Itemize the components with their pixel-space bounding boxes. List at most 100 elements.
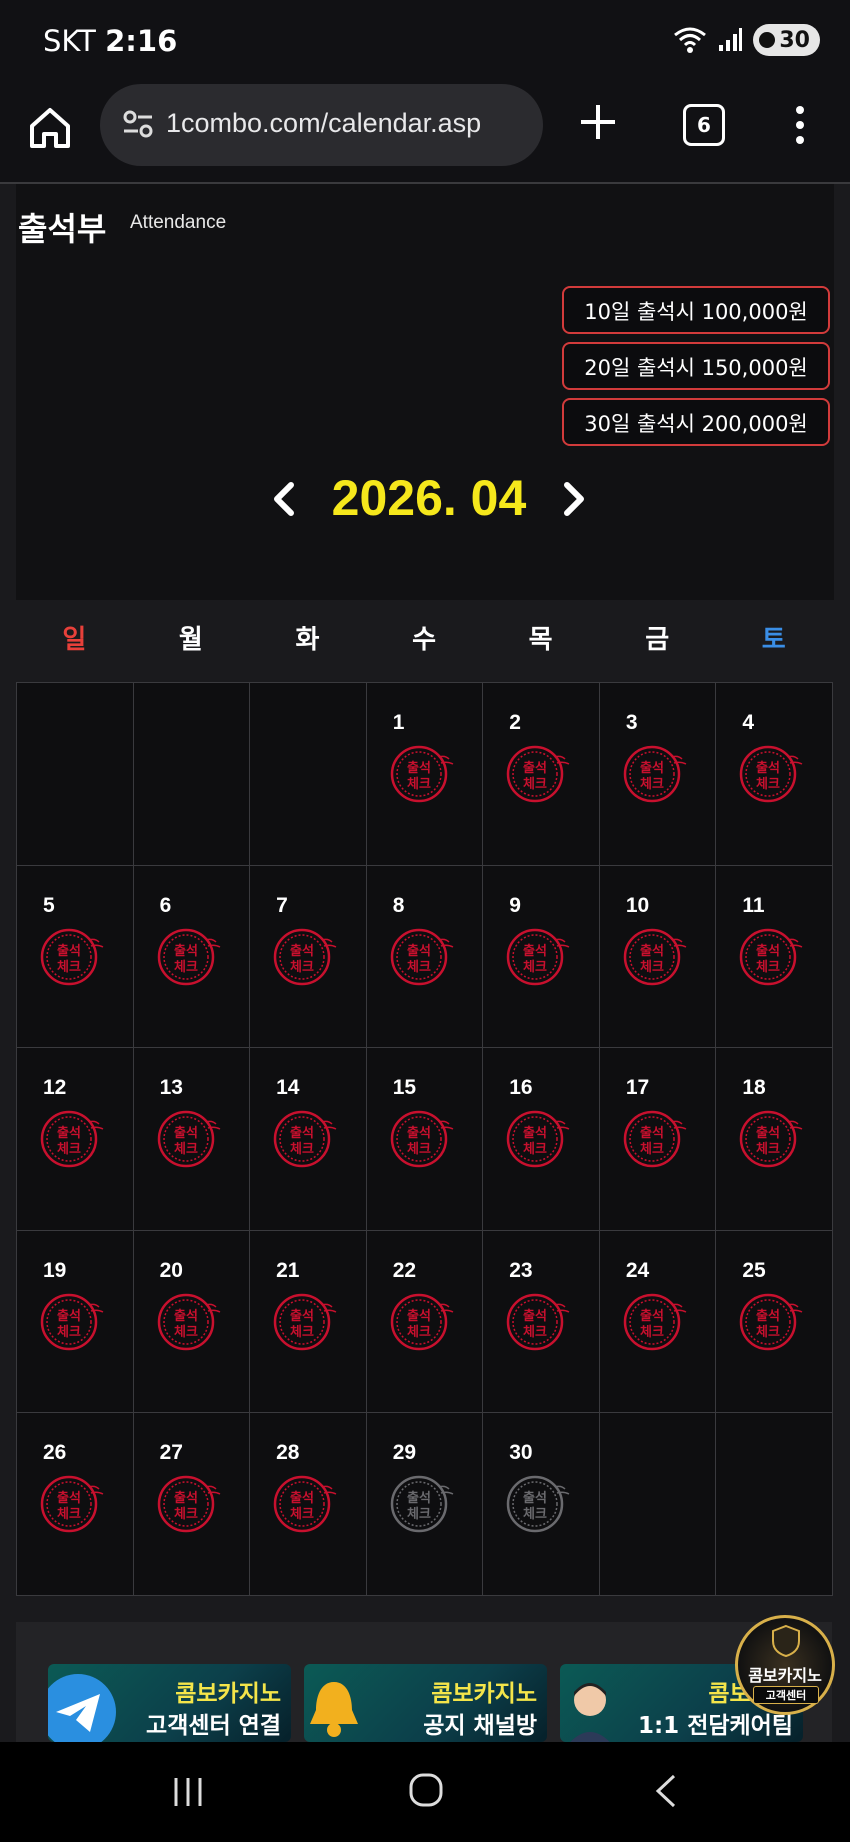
address-bar[interactable]: 1combo.com/calendar.asp	[100, 84, 543, 166]
svg-text:출석: 출석	[290, 1490, 314, 1506]
svg-text:출석: 출석	[407, 943, 431, 959]
reward-badge-10: 10일 출석시 100,000원	[562, 286, 830, 334]
calendar-day-cell[interactable]: 7 출석 체크	[250, 865, 367, 1048]
more-menu-icon[interactable]	[790, 104, 810, 146]
calendar-day-cell[interactable]: 13 출석 체크	[133, 1048, 251, 1231]
attendance-stamp-icon: 출석체크	[390, 1110, 454, 1168]
svg-text:체크: 체크	[407, 1507, 431, 1522]
calendar-day-cell[interactable]: 21 출석 체크	[250, 1230, 367, 1413]
calendar-day-cell[interactable]: 23 출석 체크	[483, 1230, 600, 1413]
svg-text:출석: 출석	[290, 1125, 314, 1141]
day-number: 15	[392, 1076, 417, 1099]
calendar-day-cell[interactable]: 4 출석 체크	[716, 683, 833, 866]
attendance-stamp-icon: 출석체크	[507, 1475, 570, 1533]
svg-text:체크: 체크	[57, 960, 81, 975]
day-number: 3	[625, 711, 638, 734]
calendar-day-cell[interactable]: 9 출석 체크	[483, 865, 600, 1048]
calendar-day-cell[interactable]: 29 출석 체크	[366, 1413, 484, 1596]
calendar-day-cell[interactable]: 5 출석 체크	[17, 865, 134, 1048]
status-carrier-time: SKT 2:16	[43, 24, 177, 58]
day-number: 19	[43, 1258, 67, 1282]
prev-month-icon[interactable]	[271, 481, 297, 517]
system-nav-bar	[0, 1742, 850, 1842]
day-number: 2	[509, 711, 521, 734]
svg-text:체크: 체크	[57, 1325, 81, 1340]
svg-text:체크: 체크	[523, 1325, 547, 1340]
day-number: 24	[625, 1258, 650, 1282]
svg-text:체크: 체크	[290, 1325, 314, 1340]
svg-text:출석: 출석	[290, 943, 314, 959]
svg-text:체크: 체크	[407, 960, 431, 975]
svg-text:출석: 출석	[523, 760, 547, 776]
day-number: 29	[392, 1441, 417, 1464]
day-number: 10	[625, 893, 650, 917]
svg-text:체크: 체크	[290, 1507, 314, 1522]
calendar-day-cell	[599, 1413, 717, 1596]
day-number: 9	[509, 893, 521, 917]
attendance-stamp-icon: 출석체크	[273, 1475, 337, 1533]
svg-text:체크: 체크	[407, 777, 431, 792]
svg-text:출석: 출석	[57, 1125, 81, 1141]
calendar-day-cell[interactable]: 1 출석 체크	[366, 683, 484, 866]
attendance-stamp-icon: 출석체크	[390, 745, 454, 803]
banner-notice-channel[interactable]: 콤보카지노 공지 채널방	[304, 1664, 547, 1742]
day-number: 30	[509, 1441, 533, 1464]
calendar-day-cell[interactable]: 18 출석 체크	[716, 1048, 833, 1231]
attendance-stamp-icon: 출석체크	[273, 928, 337, 985]
svg-text:출석: 출석	[640, 1308, 664, 1324]
weekday-label: 월	[178, 625, 203, 655]
calendar-day-cell[interactable]: 19 출석 체크	[17, 1230, 134, 1413]
svg-text:체크: 체크	[756, 1142, 780, 1157]
calendar-day-cell[interactable]: 8 출석 체크	[366, 865, 484, 1048]
day-number: 17	[625, 1076, 650, 1099]
back-nav-icon[interactable]	[652, 1772, 678, 1810]
reward-badge-30: 30일 출석시 200,000원	[562, 398, 830, 446]
next-month-icon[interactable]	[561, 481, 587, 517]
calendar-day-cell[interactable]: 26 출석 체크	[17, 1413, 134, 1596]
svg-text:출석: 출석	[756, 1125, 780, 1141]
calendar-day-cell[interactable]: 12 출석 체크	[17, 1048, 134, 1231]
url-text[interactable]: 1combo.com/calendar.asp	[166, 108, 481, 139]
home-nav-icon[interactable]	[408, 1772, 444, 1808]
calendar-day-cell[interactable]: 20 출석 체크	[133, 1230, 251, 1413]
calendar-day-cell[interactable]: 2 출석 체크	[483, 683, 600, 866]
day-number: 1	[392, 711, 405, 734]
day-number: 8	[392, 893, 405, 917]
svg-text:출석: 출석	[640, 943, 664, 959]
attendance-stamp-icon: 출석체크	[157, 928, 220, 985]
calendar-day-cell[interactable]: 30 출석 체크	[483, 1413, 600, 1596]
calendar-day-cell[interactable]: 6 출석 체크	[133, 865, 251, 1048]
svg-text:체크: 체크	[174, 1142, 198, 1157]
calendar-day-cell[interactable]: 25 출석 체크	[716, 1230, 833, 1413]
tab-switcher-button[interactable]: 6	[683, 104, 725, 146]
day-number: 27	[159, 1441, 183, 1464]
banner-customer-center[interactable]: 콤보카지노 고객센터 연결	[48, 1664, 291, 1742]
recent-apps-icon[interactable]	[170, 1776, 206, 1808]
calendar-day-cell[interactable]: 16 출석 체크	[483, 1048, 600, 1231]
calendar-day-cell[interactable]: 3 출석 체크	[599, 683, 717, 866]
svg-text:체크: 체크	[756, 960, 780, 975]
day-number: 18	[742, 1076, 766, 1099]
attendance-stamp-icon: 출석체크	[157, 1293, 220, 1350]
svg-text:체크: 체크	[640, 1325, 664, 1340]
new-tab-icon[interactable]	[578, 102, 618, 142]
attendance-stamp-icon: 출석체크	[623, 928, 687, 985]
svg-text:출석: 출석	[407, 1490, 431, 1506]
calendar-day-cell[interactable]: 14 출석 체크	[250, 1048, 367, 1231]
home-icon[interactable]	[26, 104, 74, 152]
calendar-day-cell[interactable]: 24 출석 체크	[599, 1230, 717, 1413]
calendar-day-cell[interactable]: 28 출석 체크	[250, 1413, 367, 1596]
calendar-day-cell[interactable]: 15 출석 체크	[366, 1048, 484, 1231]
day-number: 14	[276, 1076, 300, 1099]
calendar-day-cell[interactable]: 17 출석 체크	[599, 1048, 717, 1231]
day-number: 13	[159, 1076, 183, 1099]
attendance-stamp-icon: 출석체크	[40, 928, 104, 985]
site-settings-icon[interactable]	[122, 108, 154, 140]
calendar-day-cell[interactable]: 27 출석 체크	[133, 1413, 251, 1596]
floating-support-button[interactable]: 콤보카지노 고객센터	[735, 1615, 835, 1715]
calendar-day-cell[interactable]: 10 출석 체크	[599, 865, 717, 1048]
calendar-day-cell[interactable]: 22 출석 체크	[366, 1230, 484, 1413]
attendance-stamp-icon: 출석체크	[507, 928, 570, 985]
calendar-day-cell[interactable]: 11 출석 체크	[716, 865, 833, 1048]
attendance-stamp-icon: 출석체크	[623, 1110, 687, 1168]
